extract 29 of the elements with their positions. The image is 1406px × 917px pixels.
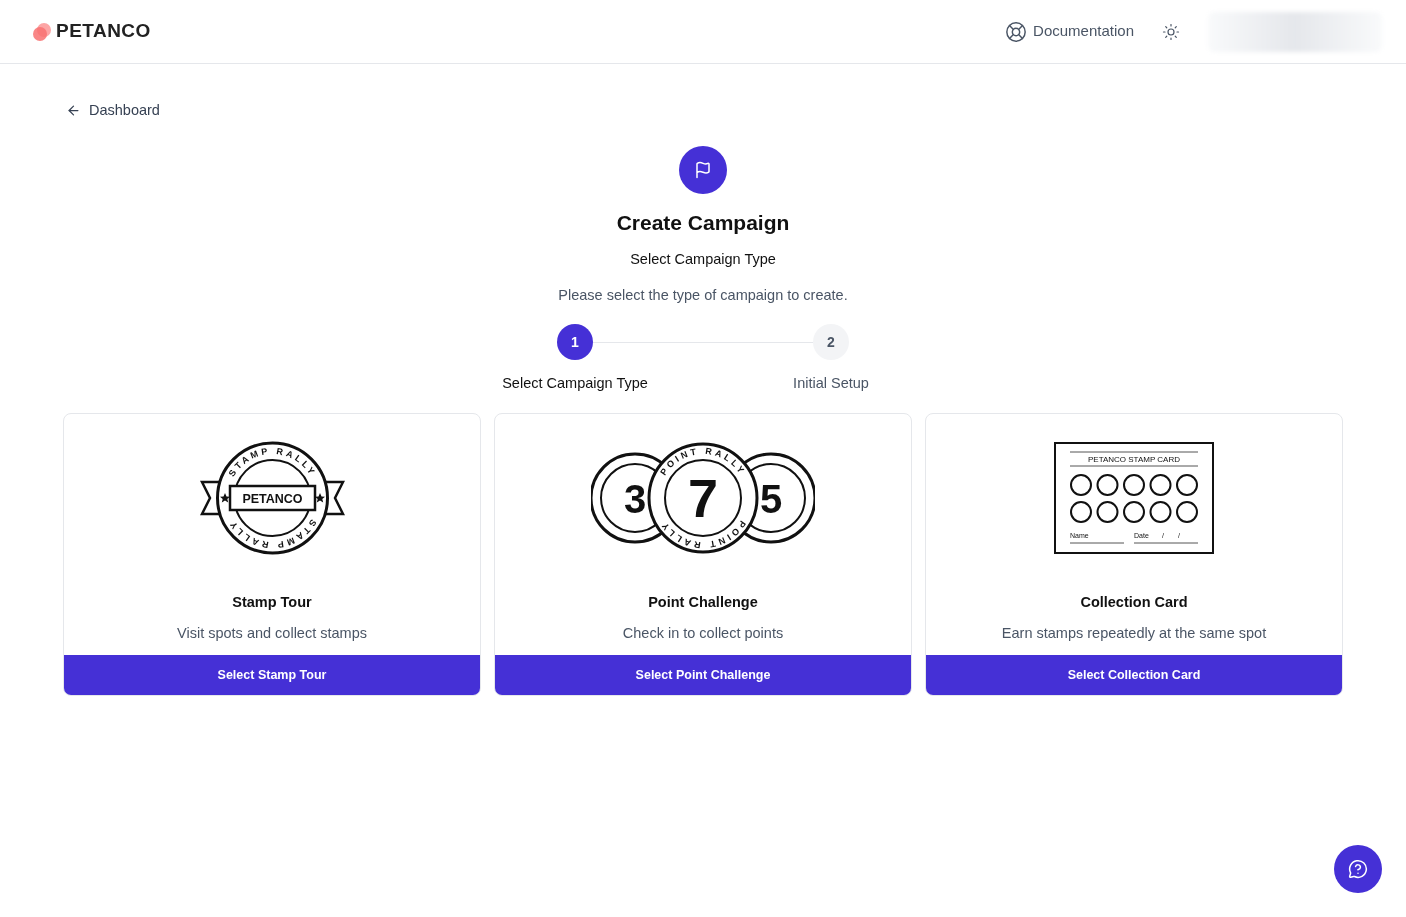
back-link[interactable]: Dashboard <box>66 100 160 122</box>
coin-number: 7 <box>688 467 718 528</box>
step-label: Select Campaign Type <box>502 374 648 394</box>
card-description: Earn stamps repeatedly at the same spot <box>1001 623 1267 643</box>
select-button[interactable]: Select Collection Card <box>926 655 1342 696</box>
page-subtitle: Select Campaign Type <box>630 249 776 269</box>
card-title: Point Challenge <box>648 593 758 613</box>
help-button[interactable] <box>1334 845 1382 893</box>
coin-number: 3 <box>623 476 647 521</box>
card-description: Visit spots and collect stamps <box>177 623 367 643</box>
lifebuoy-icon <box>1005 20 1028 43</box>
step-indicator: 1 <box>557 324 593 361</box>
step-label: Initial Setup <box>793 374 869 394</box>
help-icon <box>1348 859 1368 879</box>
card-description: Check in to collect points <box>622 623 784 643</box>
select-button[interactable]: Select Stamp Tour <box>64 655 480 696</box>
logo-icon <box>32 21 52 42</box>
card-heading: PETANCO STAMP CARD <box>1088 454 1180 464</box>
step-indicator: 2 <box>813 324 849 361</box>
page-title: Create Campaign <box>616 210 790 237</box>
flag-icon <box>679 146 727 195</box>
card-title: Stamp Tour <box>232 593 312 613</box>
coin-number: 5 <box>759 476 783 521</box>
card-title: Collection Card <box>1080 593 1188 613</box>
brand-name: PETANCO <box>56 19 151 44</box>
select-button[interactable]: Select Point Challenge <box>495 655 911 696</box>
page-description: Please select the type of campaign to create. <box>558 285 848 305</box>
stamp-label: PETANCO <box>241 491 303 506</box>
documentation-link[interactable]: Documentation <box>1005 20 1134 43</box>
